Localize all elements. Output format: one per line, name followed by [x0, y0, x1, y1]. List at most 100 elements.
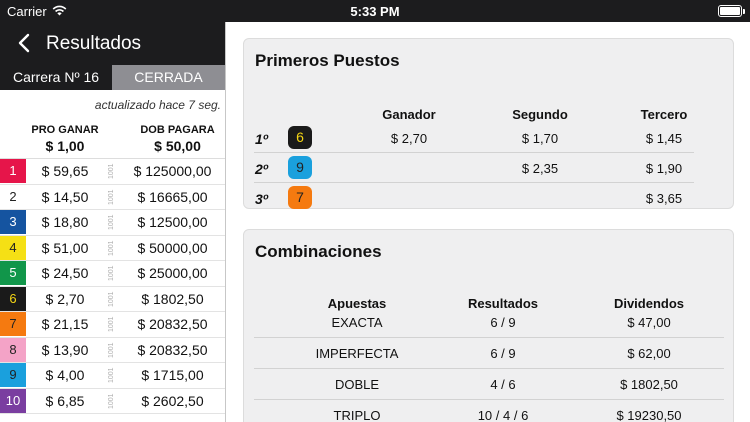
combinaciones-card: Combinaciones Apuestas Resultados Divide…	[243, 229, 734, 422]
placing-position: 3º	[255, 191, 268, 207]
runner-row[interactable]: 7 $ 21,15 1001 $ 20832,50	[0, 312, 225, 338]
runner-tag: 1001	[108, 214, 115, 231]
runner-win-dividend: $ 14,50	[41, 188, 89, 205]
updated-label: actualizado hace 7 seg.	[94, 98, 221, 112]
header-ganador: Ganador	[382, 107, 436, 122]
runner-dob-dividend: $ 125000,00	[133, 163, 212, 180]
dob-header: DOB PAGARA	[140, 124, 215, 136]
runner-tag: 1001	[108, 367, 115, 384]
runner-win-dividend: $ 6,85	[45, 392, 85, 409]
runner-row[interactable]: 4 $ 51,00 1001 $ 50000,00	[0, 235, 225, 261]
header-tercero: Tercero	[640, 107, 688, 122]
runner-dob-dividend: $ 1715,00	[141, 367, 204, 384]
runner-tag: 1001	[108, 265, 115, 282]
runner-dob-dividend: $ 1802,50	[141, 290, 204, 307]
runner-number-badge: 2	[0, 184, 26, 209]
placing-tercero: $ 3,65	[645, 191, 683, 206]
runner-number-badge: 10	[0, 388, 26, 413]
runner-number-badge: 6	[0, 286, 26, 311]
combination-bet: DOBLE	[334, 377, 380, 392]
runner-number-badge: 7	[0, 312, 26, 337]
runner-dob-dividend: $ 20832,50	[137, 341, 208, 358]
runner-number-badge: 8	[0, 337, 26, 362]
combination-bet: IMPERFECTA	[315, 346, 399, 361]
nav-title: Resultados	[46, 33, 142, 54]
placing-tercero: $ 1,45	[645, 131, 683, 146]
runner-row[interactable]: 1 $ 59,65 1001 $ 125000,00	[0, 159, 225, 185]
runner-dob-dividend: $ 20832,50	[137, 316, 208, 333]
column-headers: PRO GANAR DOB PAGARA	[0, 124, 225, 136]
combination-row: DOBLE 4 / 6 $ 1802,50	[254, 369, 724, 400]
status-bar: Carrier 5:33 PM	[0, 0, 750, 22]
combination-dividend: $ 1802,50	[620, 377, 678, 392]
runner-win-dividend: $ 13,90	[41, 341, 89, 358]
placing-segundo: $ 1,70	[521, 131, 559, 146]
placing-row: 1º 6 $ 2,70 $ 1,70 $ 1,45	[254, 123, 694, 153]
combination-row: EXACTA 6 / 9 $ 47,00	[254, 307, 724, 338]
runner-dob-dividend: $ 2602,50	[141, 392, 204, 409]
primeros-title: Primeros Puestos	[255, 51, 400, 70]
combination-result: 10 / 4 / 6	[477, 408, 529, 422]
runner-row[interactable]: 9 $ 4,00 1001 $ 1715,00	[0, 363, 225, 389]
placing-runner-badge: 6	[288, 126, 312, 149]
runner-dob-dividend: $ 50000,00	[137, 239, 208, 256]
placing-row: 3º 7 $ 3,65	[254, 183, 694, 213]
runner-win-dividend: $ 59,65	[41, 163, 89, 180]
runner-row[interactable]: 5 $ 24,50 1001 $ 25000,00	[0, 261, 225, 287]
runner-row[interactable]: 2 $ 14,50 1001 $ 16665,00	[0, 184, 225, 210]
placing-position: 1º	[255, 131, 268, 147]
placing-position: 2º	[255, 161, 268, 177]
race-bar: Carrera Nº 16 CERRADA	[0, 65, 225, 90]
placing-row: 2º 9 $ 2,35 $ 1,90	[254, 153, 694, 183]
placing-runner-badge: 7	[288, 186, 312, 209]
race-state-badge: CERRADA	[112, 65, 225, 90]
runner-tag: 1001	[108, 392, 115, 409]
results-detail: Primeros Puestos Ganador Segundo Tercero…	[227, 22, 750, 422]
combination-dividend: $ 62,00	[627, 346, 671, 361]
combination-bet: EXACTA	[331, 315, 383, 330]
runner-number-badge: 9	[0, 363, 26, 388]
runner-tag: 1001	[108, 188, 115, 205]
runner-dob-dividend: $ 16665,00	[137, 188, 208, 205]
primeros-puestos-card: Primeros Puestos Ganador Segundo Tercero…	[243, 38, 734, 209]
combination-result: 6 / 9	[490, 346, 516, 361]
results-sidebar: Resultados Carrera Nº 16 CERRADA actuali…	[0, 22, 226, 422]
combination-dividend: $ 19230,50	[616, 408, 682, 422]
runner-tag: 1001	[108, 316, 115, 333]
runner-tag: 1001	[108, 239, 115, 256]
placing-runner-badge: 9	[288, 156, 312, 179]
combination-result: 4 / 6	[490, 377, 516, 392]
runner-row[interactable]: 8 $ 13,90 1001 $ 20832,50	[0, 337, 225, 363]
runner-tag: 1001	[108, 163, 115, 180]
placing-tercero: $ 1,90	[645, 161, 683, 176]
back-chevron-icon[interactable]	[14, 32, 36, 54]
runner-win-dividend: $ 18,80	[41, 214, 89, 231]
combination-row: IMPERFECTA 6 / 9 $ 62,00	[254, 338, 724, 369]
placing-segundo: $ 2,35	[521, 161, 559, 176]
runner-win-dividend: $ 24,50	[41, 265, 89, 282]
runner-win-dividend: $ 21,15	[41, 316, 89, 333]
runner-row[interactable]: 3 $ 18,80 1001 $ 12500,00	[0, 210, 225, 236]
header-segundo: Segundo	[512, 107, 568, 122]
runner-number-badge: 1	[0, 159, 26, 184]
combination-dividend: $ 47,00	[627, 315, 671, 330]
race-number: Carrera Nº 16	[0, 65, 112, 90]
runner-dob-dividend: $ 25000,00	[137, 265, 208, 282]
runner-number-badge: 3	[0, 210, 26, 235]
runner-win-dividend: $ 51,00	[41, 239, 89, 256]
runner-row[interactable]: 10 $ 6,85 1001 $ 2602,50	[0, 388, 225, 414]
runner-tag: 1001	[108, 290, 115, 307]
runner-dob-dividend: $ 12500,00	[137, 214, 208, 231]
combination-row: TRIPLO 10 / 4 / 6 $ 19230,50	[254, 400, 724, 422]
runner-tag: 1001	[108, 341, 115, 358]
runner-win-dividend: $ 2,70	[45, 290, 85, 307]
column-base-values: $ 1,00 $ 50,00	[0, 138, 225, 159]
combinaciones-title: Combinaciones	[255, 242, 382, 261]
clock: 5:33 PM	[350, 4, 400, 19]
win-header: PRO GANAR	[31, 124, 99, 136]
nav-bar: Resultados	[0, 22, 225, 65]
combination-result: 6 / 9	[490, 315, 516, 330]
runner-row[interactable]: 6 $ 2,70 1001 $ 1802,50	[0, 286, 225, 312]
combination-bet: TRIPLO	[333, 408, 381, 422]
runner-number-badge: 4	[0, 235, 26, 260]
